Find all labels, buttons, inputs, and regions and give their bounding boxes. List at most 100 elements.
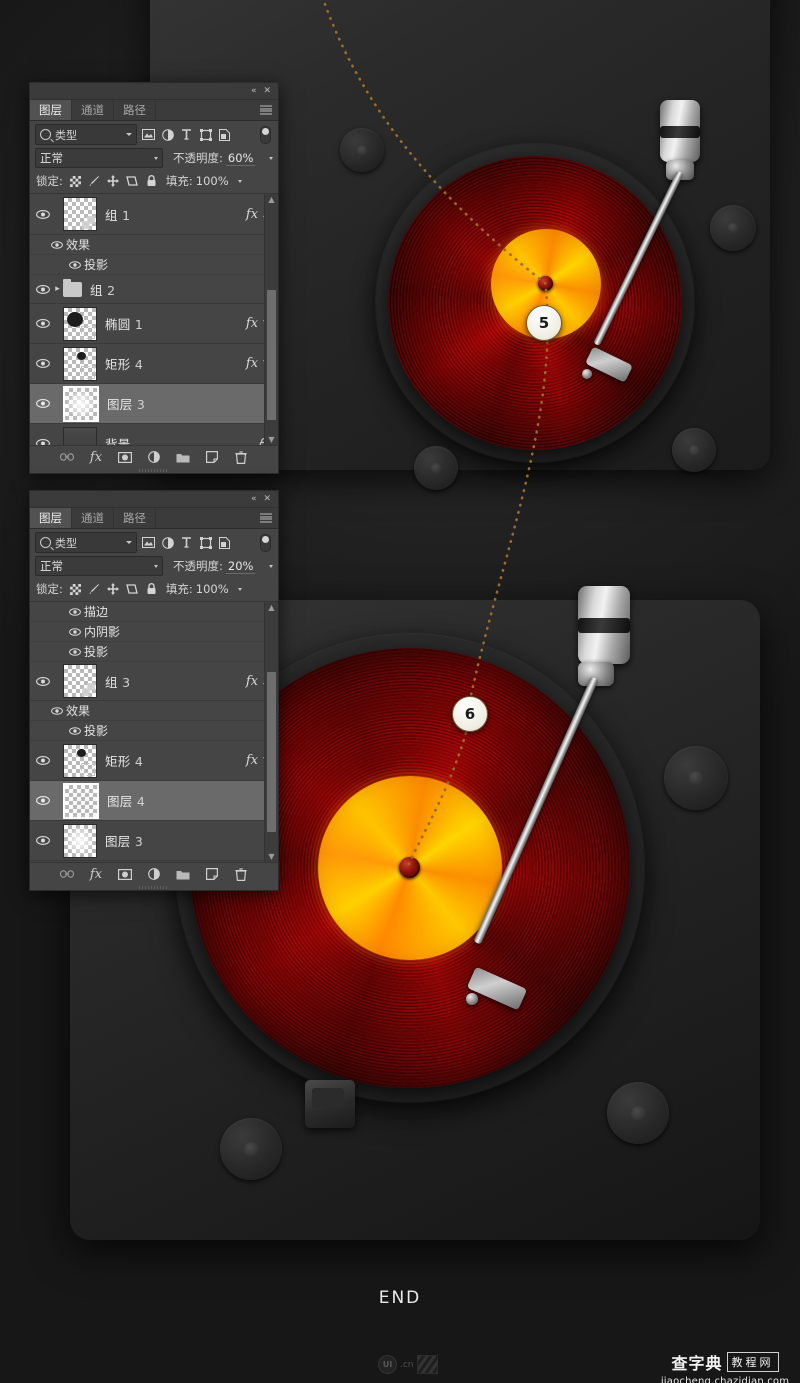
layer-thumbnail[interactable] [63,346,97,381]
visibility-eye-icon[interactable] [66,260,84,269]
effect-row-stroke[interactable]: 描边 [30,602,278,622]
panel1-blend-mode-select[interactable]: 正常 [35,148,163,168]
panel1-tab-channels[interactable]: 通道 [72,100,114,120]
new-layer-icon[interactable] [205,450,219,464]
turntable-knob-top-right[interactable] [710,205,756,251]
panel2-menu-icon[interactable] [260,513,272,523]
shape-icon[interactable] [198,127,213,142]
panel2-collapse-icon[interactable]: « [251,494,257,504]
panel2-tab-layers[interactable]: 图层 [30,508,72,528]
layer-row-group2[interactable]: ▸ 组 2 [30,275,278,304]
panel1-filter-select[interactable]: 类型 [35,124,137,145]
layer-row-background[interactable]: 背景 [30,424,278,445]
layer-effects-badge[interactable]: fx [246,207,258,222]
layer-row-layer4[interactable]: 图层 4 [30,781,278,821]
scrollbar-thumb[interactable] [267,672,276,832]
panel2-bottom-toolbar[interactable]: fx [30,862,278,885]
brush-lock-icon[interactable] [88,175,101,188]
all-lock-icon[interactable] [145,583,158,596]
chevron-down-icon[interactable] [126,133,132,136]
layer-effects-badge[interactable]: fx [246,753,258,768]
link-icon[interactable] [60,450,74,464]
smart-object-icon[interactable] [217,535,232,550]
layer-row-ellipse1[interactable]: 椭圆 1 fx ▼ [30,304,278,344]
panel2-layer-list[interactable]: 描边 内阴影 投影 组 3 fx 效果 投影 矩形 4 fx 图层 4 图层 3… [30,602,278,862]
effect-row-effects-2[interactable]: 效果 [30,701,278,721]
layer-thumbnail[interactable] [63,664,97,698]
scroll-down-icon[interactable]: ▼ [265,434,278,445]
chevron-down-icon[interactable] [237,587,242,591]
effect-row-effects[interactable]: 效果 [30,235,278,255]
panel1-opacity-control[interactable]: 不透明度: 60% [173,150,273,166]
all-lock-icon[interactable] [145,175,158,188]
panel1-layer-list[interactable]: 组 1 fx ▲ 效果 投影 ▸ [30,194,278,445]
chevron-right-icon[interactable]: ▸ [52,284,63,294]
chevron-down-icon[interactable] [237,179,242,183]
panel2-resize-grip[interactable] [30,885,278,890]
scroll-up-icon[interactable]: ▲ [265,602,278,613]
image-icon[interactable] [141,535,156,550]
panel2-blend-mode-select[interactable]: 正常 [35,556,163,576]
group-folder-icon[interactable] [176,867,190,881]
mask-icon[interactable] [118,450,132,464]
layer-row-rect4[interactable]: 矩形 4 fx ▼ [30,344,278,384]
panel1-resize-grip[interactable] [30,468,278,473]
adjustment-icon[interactable] [160,535,175,550]
image-icon[interactable] [141,127,156,142]
move-lock-icon[interactable] [107,583,120,596]
layer-thumbnail[interactable] [63,743,97,778]
transparency-lock-icon[interactable] [69,175,82,188]
layer-thumbnail[interactable] [63,385,99,422]
artboard-lock-icon[interactable] [126,583,139,596]
effect-row-drop-shadow-1[interactable]: 投影 [30,642,278,662]
panel2-tab-channels[interactable]: 通道 [72,508,114,528]
effect-row-drop-shadow[interactable]: 投影 [30,255,278,275]
effect-row-drop-shadow-2[interactable]: 投影 [30,721,278,741]
scrollbar-thumb[interactable] [267,290,276,420]
transparency-lock-icon[interactable] [69,583,82,596]
panel1-close-icon[interactable]: ✕ [263,86,271,96]
panel1-opacity-value[interactable]: 60% [225,151,256,166]
panel1-tab-layers[interactable]: 图层 [30,100,72,120]
turntable-knob-bottom-right[interactable] [664,746,728,810]
delete-icon[interactable] [234,867,248,881]
artboard-lock-icon[interactable] [126,175,139,188]
panel1-tab-paths[interactable]: 路径 [114,100,156,120]
chevron-down-icon[interactable] [269,156,273,160]
visibility-eye-icon[interactable] [66,647,84,656]
layer-thumbnail[interactable] [63,823,97,858]
fx-icon[interactable]: fx [89,867,103,882]
layer-thumbnail[interactable] [63,197,97,231]
turntable-knob-top-left[interactable] [340,128,384,172]
filter-toggle-switch[interactable] [260,125,271,144]
layer-effects-badge[interactable]: fx [246,356,258,371]
visibility-eye-icon[interactable] [34,439,52,445]
brush-lock-icon[interactable] [88,583,101,596]
visibility-eye-icon[interactable] [34,836,52,845]
layer-thumbnail[interactable] [63,782,99,819]
layers-panel-1[interactable]: « ✕ 图层 通道 路径 类型 正常 不透明度: 60% 锁定: 填充: 100… [29,82,279,474]
chevron-down-icon[interactable] [154,564,158,568]
mask-icon[interactable] [118,867,132,881]
visibility-eye-icon[interactable] [34,284,52,294]
visibility-eye-icon[interactable] [66,607,84,616]
turntable-knob-mid-left[interactable] [414,446,458,490]
visibility-eye-icon[interactable] [34,209,52,219]
scroll-up-icon[interactable]: ▲ [265,194,278,205]
panel2-tab-paths[interactable]: 路径 [114,508,156,528]
layer-thumbnail[interactable] [63,426,97,445]
filter-toggle-switch[interactable] [260,533,271,552]
visibility-eye-icon[interactable] [34,319,52,328]
panel1-collapse-icon[interactable]: « [251,86,257,96]
chevron-down-icon[interactable] [269,564,273,568]
layer-effects-badge[interactable]: fx [246,674,258,689]
layer-row-group1[interactable]: 组 1 fx ▲ [30,194,278,235]
panel1-scrollbar[interactable]: ▲ ▼ [264,194,278,445]
visibility-eye-icon[interactable] [66,627,84,636]
panel2-filter-select[interactable]: 类型 [35,532,137,553]
chevron-down-icon[interactable] [154,156,158,160]
adjustment-icon[interactable] [147,867,161,881]
visibility-eye-icon[interactable] [48,706,66,715]
panel1-menu-icon[interactable] [260,105,272,115]
panel1-bottom-toolbar[interactable]: fx [30,445,278,468]
